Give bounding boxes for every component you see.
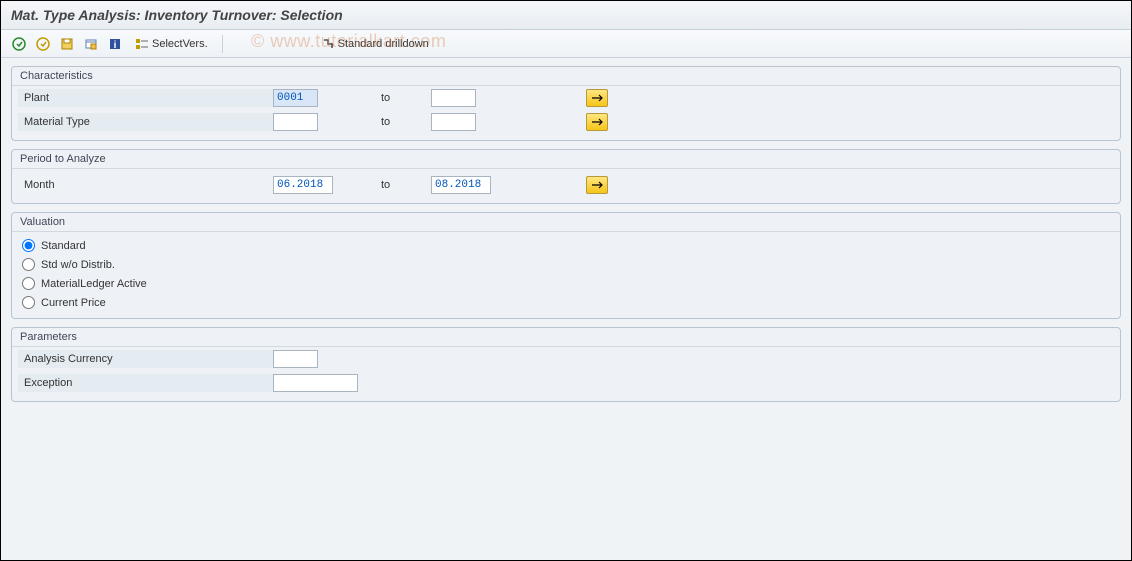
plant-multiselect-button[interactable] <box>586 89 608 107</box>
valuation-mlactive-radio[interactable] <box>22 277 35 290</box>
valuation-currentprice-row[interactable]: Current Price <box>12 293 1120 312</box>
valuation-mlactive-label: MaterialLedger Active <box>41 278 147 290</box>
material-type-from-input[interactable] <box>273 113 318 131</box>
valuation-group: Valuation Standard Std w/o Distrib. Mate… <box>11 212 1121 319</box>
to-label: to <box>381 116 431 128</box>
material-type-multiselect-button[interactable] <box>586 113 608 131</box>
to-label: to <box>381 92 431 104</box>
valuation-standard-radio[interactable] <box>22 239 35 252</box>
toolbar-separator <box>222 35 223 53</box>
plant-label: Plant <box>18 89 273 107</box>
program-icon[interactable] <box>81 34 101 54</box>
page-title: Mat. Type Analysis: Inventory Turnover: … <box>1 1 1131 30</box>
characteristics-group: Characteristics Plant to Material Type t… <box>11 66 1121 141</box>
material-type-label: Material Type <box>18 113 273 131</box>
valuation-stdnodistrib-row[interactable]: Std w/o Distrib. <box>12 255 1120 274</box>
month-from-input[interactable] <box>273 176 333 194</box>
execute-icon[interactable] <box>9 34 29 54</box>
execute-variant-icon[interactable] <box>33 34 53 54</box>
standard-drilldown-button[interactable]: Standard drilldown <box>315 34 435 54</box>
period-group: Period to Analyze Month to <box>11 149 1121 204</box>
valuation-stdnodistrib-radio[interactable] <box>22 258 35 271</box>
svg-text:i: i <box>114 40 117 51</box>
to-label: to <box>381 179 431 191</box>
period-title: Period to Analyze <box>12 150 1120 169</box>
select-vers-button[interactable]: SelectVers. <box>129 34 214 54</box>
valuation-title: Valuation <box>12 213 1120 232</box>
plant-from-input[interactable] <box>273 89 318 107</box>
month-label: Month <box>18 176 273 194</box>
save-icon[interactable] <box>57 34 77 54</box>
plant-to-input[interactable] <box>431 89 476 107</box>
analysis-currency-label: Analysis Currency <box>18 350 273 368</box>
valuation-mlactive-row[interactable]: MaterialLedger Active <box>12 274 1120 293</box>
valuation-standard-label: Standard <box>41 240 86 252</box>
material-type-to-input[interactable] <box>431 113 476 131</box>
info-icon[interactable]: i <box>105 34 125 54</box>
standard-drilldown-label: Standard drilldown <box>338 38 429 50</box>
month-to-input[interactable] <box>431 176 491 194</box>
parameters-group: Parameters Analysis Currency Exception <box>11 327 1121 402</box>
valuation-standard-row[interactable]: Standard <box>12 236 1120 255</box>
exception-input[interactable] <box>273 374 358 392</box>
valuation-currentprice-label: Current Price <box>41 297 106 309</box>
exception-label: Exception <box>18 374 273 392</box>
parameters-title: Parameters <box>12 328 1120 347</box>
month-multiselect-button[interactable] <box>586 176 608 194</box>
valuation-currentprice-radio[interactable] <box>22 296 35 309</box>
valuation-stdnodistrib-label: Std w/o Distrib. <box>41 259 115 271</box>
analysis-currency-input[interactable] <box>273 350 318 368</box>
toolbar: i SelectVers. Standard drilldown <box>1 30 1131 58</box>
characteristics-title: Characteristics <box>12 67 1120 86</box>
select-vers-label: SelectVers. <box>152 38 208 50</box>
